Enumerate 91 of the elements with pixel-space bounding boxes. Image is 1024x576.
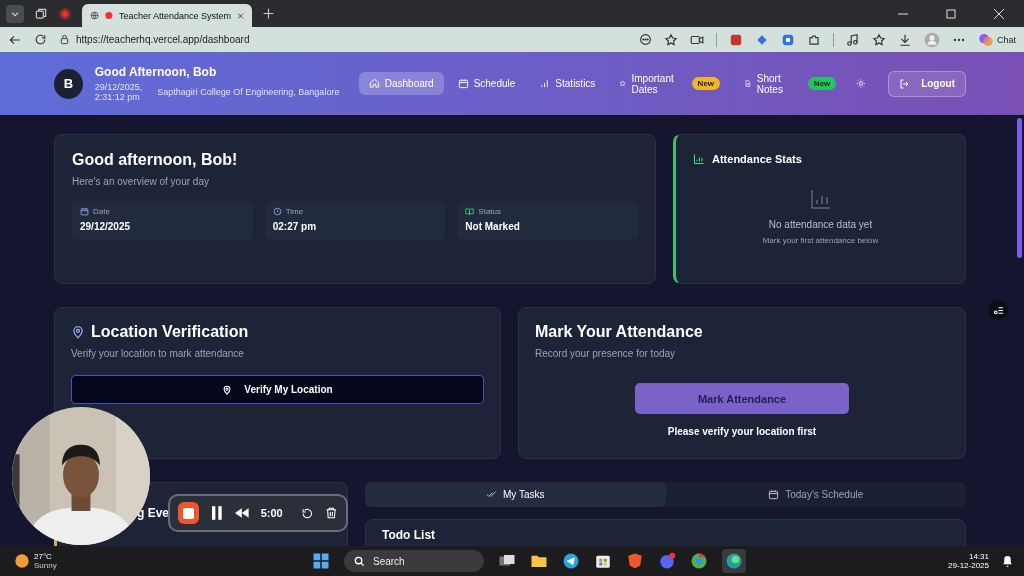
info-label: Status: [478, 207, 502, 216]
chat-app-icon[interactable]: [658, 552, 676, 570]
weather-condition: Sunny: [34, 561, 57, 570]
new-tab-icon[interactable]: [262, 7, 275, 20]
college-location: Sapthagiri College Of Engineering, Bangalore: [157, 87, 341, 97]
bar-chart-icon: [808, 187, 833, 211]
sun-icon[interactable]: [856, 77, 867, 90]
empty-hint: Mark your first attendance below: [762, 236, 879, 245]
favorites-icon[interactable]: [872, 32, 886, 47]
close-icon[interactable]: [994, 8, 1004, 19]
date-time: 29/12/2025, 2:31:12 pm: [94, 82, 143, 102]
search-icon: [354, 555, 365, 567]
music-icon[interactable]: [846, 32, 860, 47]
settings-button[interactable]: [988, 300, 1008, 320]
info-value: 29/12/2025: [80, 221, 132, 232]
shield-icon[interactable]: [626, 552, 644, 570]
extension-icon[interactable]: [729, 32, 743, 47]
nav-tab[interactable]: Short Notes: [734, 66, 804, 101]
empty-title: No attendance data yet: [768, 219, 873, 230]
nav-tab[interactable]: Schedule: [447, 72, 526, 95]
browser-icon[interactable]: [690, 552, 708, 570]
location-subtitle: Verify your location to mark attendance: [71, 348, 245, 359]
maximize-icon[interactable]: [946, 8, 956, 19]
record-icon: [105, 10, 113, 21]
attendance-title: Mark Your Attendance: [535, 323, 704, 341]
book-icon: [465, 207, 475, 216]
home-icon: [368, 78, 380, 89]
section-tab[interactable]: My Tasks: [365, 482, 666, 507]
restart-icon[interactable]: [300, 506, 314, 520]
stop-button[interactable]: [178, 502, 200, 524]
verify-location-button[interactable]: Verify My Location: [71, 375, 484, 404]
scrollbar[interactable]: [1017, 118, 1022, 258]
more-icon[interactable]: [639, 33, 652, 46]
info-label: Time: [285, 207, 304, 216]
browser-icon[interactable]: [725, 552, 743, 570]
reload-icon[interactable]: [34, 33, 47, 46]
nav-tab[interactable]: Statistics: [529, 72, 606, 95]
location-title: Location Verification: [91, 323, 249, 341]
pin-icon: [71, 325, 85, 339]
avatar: B: [54, 68, 83, 99]
temperature: 27°C: [34, 552, 53, 561]
bar-chart-icon: [539, 78, 551, 89]
address-bar[interactable]: https://teacherhq.vercel.app/dashboard: [59, 34, 250, 45]
star-icon[interactable]: [664, 32, 678, 47]
calendar-icon: [80, 207, 89, 216]
new-badge: New: [691, 77, 721, 90]
record-icon[interactable]: [58, 6, 72, 21]
pin-icon: [222, 384, 233, 395]
attendance-hint: Please verify your location first: [667, 426, 817, 437]
pause-icon[interactable]: [211, 506, 224, 520]
new-badge: New: [807, 77, 837, 90]
rewind-icon[interactable]: [235, 508, 249, 518]
sparkle-icon: [978, 31, 994, 48]
clock-time: 14:31: [967, 552, 989, 561]
puzzle-icon[interactable]: [807, 32, 821, 47]
star-icon: [619, 78, 627, 89]
search-field[interactable]: Search: [344, 550, 484, 572]
chat-button[interactable]: Chat: [978, 31, 1016, 48]
browser-tab[interactable]: Teacher Attendance System: [82, 4, 252, 27]
attendance-subtitle: Record your presence for today: [535, 348, 677, 359]
document-icon: [744, 78, 752, 89]
download-icon[interactable]: [898, 32, 912, 47]
tab-menu-icon[interactable]: [6, 4, 24, 23]
calendar-icon: [768, 489, 780, 500]
double-check-icon: [486, 489, 497, 500]
info-label: Date: [93, 207, 110, 216]
greeting: Good Afternoon, Bob: [94, 65, 218, 79]
bar-chart-icon: [693, 153, 705, 165]
calendar-icon: [457, 78, 469, 89]
nav-tab[interactable]: Important Dates: [609, 66, 688, 101]
telegram-icon[interactable]: [562, 552, 580, 570]
info-value: Not Marked: [465, 221, 521, 232]
settings-icon: [992, 304, 1004, 316]
welcome-subtitle: Here's an overview of your day: [72, 176, 210, 187]
clock-icon: [272, 207, 282, 216]
globe-icon: [90, 9, 100, 22]
workspaces-icon[interactable]: [34, 6, 48, 21]
stats-title: Attendance Stats: [712, 153, 802, 165]
todo-title: Todo List: [382, 528, 436, 542]
windows-icon[interactable]: [312, 552, 330, 570]
lock-icon: [59, 34, 70, 45]
recording-timer: 5:00: [260, 507, 283, 519]
info-value: 02:27 pm: [272, 221, 318, 232]
logout-button[interactable]: Logout: [888, 70, 966, 97]
notification-icon[interactable]: [1001, 554, 1014, 568]
clock-date: 29-12-2025: [948, 561, 989, 570]
section-tab[interactable]: Today's Schedule: [665, 482, 966, 507]
trash-icon[interactable]: [325, 506, 338, 520]
weather-icon[interactable]: [14, 553, 30, 569]
welcome-title: Good afternoon, Bob!: [72, 151, 239, 169]
extension-icon[interactable]: [781, 32, 795, 47]
